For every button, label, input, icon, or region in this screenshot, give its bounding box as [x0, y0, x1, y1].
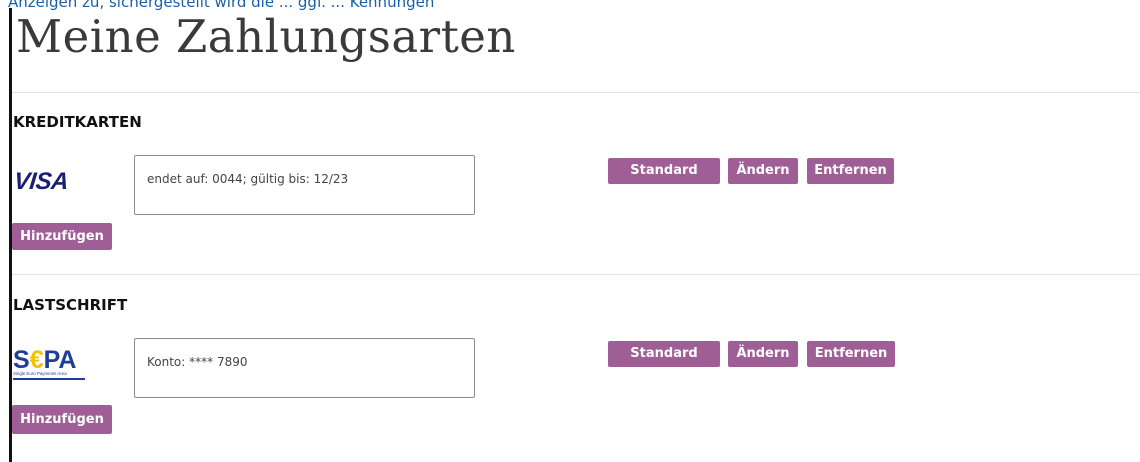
debit-standard-button[interactable]: Standard	[608, 341, 720, 367]
sepa-logo-pa: PA	[44, 346, 77, 374]
divider-top	[12, 92, 1140, 93]
credit-edit-button[interactable]: Ändern	[728, 158, 798, 184]
section-heading-direct-debit: LASTSCHRIFT	[13, 296, 128, 314]
sepa-logo-text: S€PA	[13, 346, 76, 374]
credit-standard-button[interactable]: Standard	[608, 158, 720, 184]
sepa-logo-subtitle: Single Euro Payments Area	[13, 371, 67, 376]
debit-account-info-box: Konto: **** 7890	[134, 338, 475, 398]
debit-account-info-text: Konto: **** 7890	[147, 355, 248, 369]
section-heading-credit-cards: KREDITKARTEN	[13, 113, 142, 131]
credit-card-info-text: endet auf: 0044; gültig bis: 12/23	[147, 172, 349, 186]
sepa-logo-s: S	[13, 346, 30, 374]
divider-middle	[12, 274, 1140, 275]
sepa-logo-icon: S€PA Single Euro Payments Area	[13, 346, 85, 380]
debit-add-button[interactable]: Hinzufügen	[12, 405, 112, 434]
debit-remove-button[interactable]: Entfernen	[807, 341, 895, 367]
credit-remove-button[interactable]: Entfernen	[807, 158, 894, 184]
debit-edit-button[interactable]: Ändern	[728, 341, 798, 367]
credit-card-info-box: endet auf: 0044; gültig bis: 12/23	[134, 155, 475, 215]
page-title: Meine Zahlungsarten	[16, 10, 516, 63]
visa-logo-icon: VISA	[12, 168, 70, 195]
credit-add-button[interactable]: Hinzufügen	[12, 223, 112, 250]
sepa-logo-euro: €	[30, 346, 44, 374]
sepa-logo-underline	[13, 378, 85, 380]
